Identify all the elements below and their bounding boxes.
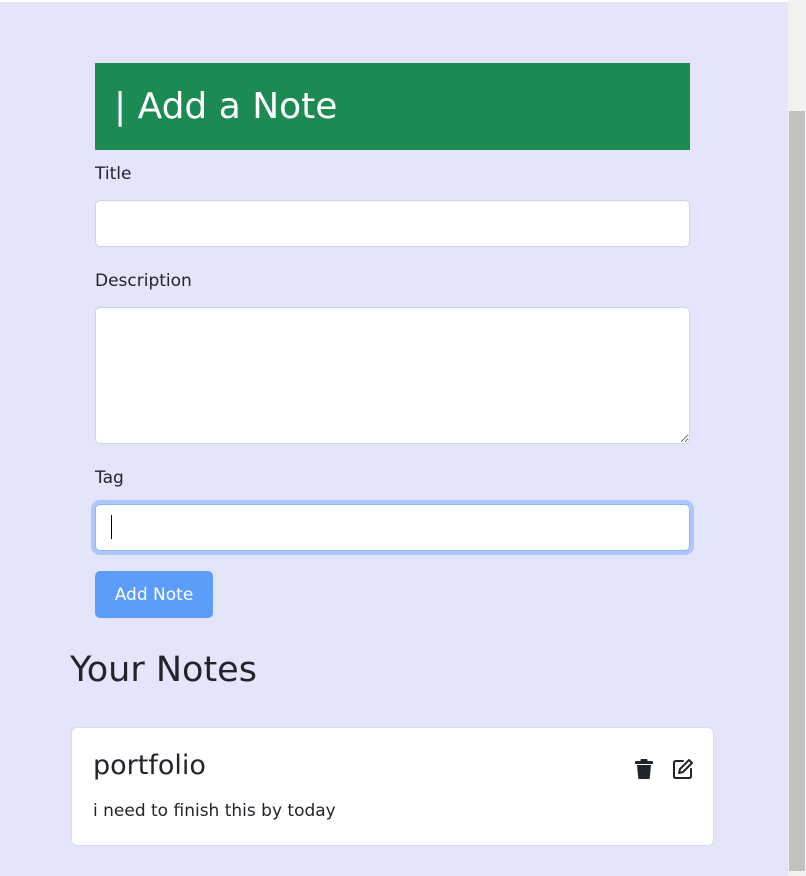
tag-input[interactable] (95, 504, 690, 551)
title-label: Title (95, 164, 132, 184)
text-caret (111, 515, 112, 539)
edit-icon[interactable] (672, 758, 694, 780)
add-note-heading: | Add a Note (95, 63, 690, 150)
vertical-scrollbar[interactable] (788, 0, 806, 876)
note-title: portfolio (93, 750, 206, 781)
note-description: i need to finish this by today (93, 801, 336, 821)
scrollbar-thumb[interactable] (789, 111, 805, 871)
trash-icon[interactable] (634, 758, 654, 780)
title-input[interactable] (95, 200, 690, 247)
add-note-heading-text: | Add a Note (114, 86, 338, 127)
description-textarea[interactable] (95, 307, 690, 444)
top-edge (0, 0, 788, 2)
description-label: Description (95, 271, 192, 291)
your-notes-heading: Your Notes (70, 650, 257, 690)
page: | Add a Note Title Description Tag Add N… (0, 0, 788, 876)
note-card: portfolio i need to finish this by today (71, 727, 714, 846)
add-note-button[interactable]: Add Note (95, 571, 213, 618)
tag-label: Tag (95, 468, 124, 488)
